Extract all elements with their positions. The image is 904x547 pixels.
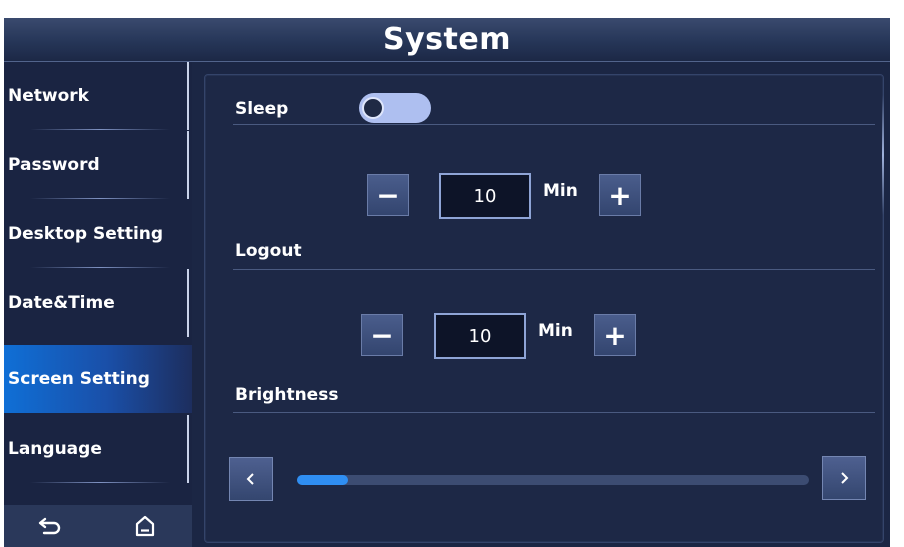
chevron-right-icon [841,472,849,484]
brightness-label: Brightness [235,385,339,405]
home-icon [135,515,155,537]
sleep-increment-button[interactable]: + [599,174,641,216]
chevron-left-icon [246,473,254,485]
sleep-toggle[interactable] [359,93,431,123]
toggle-knob [362,97,384,119]
divider [30,129,170,130]
divider [30,482,170,483]
sleep-minutes-value: 10 [473,185,497,207]
plus-icon: + [603,318,627,352]
logout-increment-button[interactable]: + [594,314,636,356]
brightness-increase-button[interactable] [822,456,866,500]
page-title: System [383,22,511,57]
brightness-slider-fill [297,475,349,485]
sleep-minutes-field[interactable]: 10 [439,173,531,219]
back-icon [38,517,61,535]
back-button[interactable] [31,509,71,543]
sidebar-item-label: Network [8,86,89,106]
sidebar: Network Password Desktop Setting Date&Ti… [4,62,192,547]
sidebar-item-screen-setting[interactable]: Screen Setting [4,345,192,413]
sidebar-item-network[interactable]: Network [4,62,189,130]
logout-label: Logout [235,241,302,261]
logout-unit: Min [538,321,573,341]
sidebar-item-desktop-setting[interactable]: Desktop Setting [4,200,189,268]
sidebar-item-label: Language [8,439,102,459]
minus-icon: − [370,318,394,352]
logout-minutes-field[interactable]: 10 [434,313,526,359]
logout-minutes-value: 10 [468,325,492,347]
system-screen: System Network Password Desktop Setting … [4,18,890,547]
plus-icon: + [608,178,632,212]
sidebar-item-label: Desktop Setting [8,224,164,244]
sidebar-item-date-time[interactable]: Date&Time [4,269,189,337]
sidebar-item-label: Screen Setting [8,369,150,389]
sleep-unit: Min [543,181,578,201]
divider [233,269,875,270]
sidebar-item-language[interactable]: Language [4,415,189,483]
sidebar-bottom-bar [4,505,192,547]
sidebar-item-label: Date&Time [8,293,115,313]
title-bar: System [4,18,890,62]
home-button[interactable] [125,509,165,543]
sidebar-item-password[interactable]: Password [4,131,189,199]
sleep-label: Sleep [235,99,289,119]
sleep-decrement-button[interactable]: − [367,174,409,216]
divider [30,267,170,268]
divider [233,124,875,125]
divider [233,412,875,413]
screen-setting-panel: Sleep − 10 Min + Logout − 10 Min + Brigh… [204,74,884,543]
brightness-decrease-button[interactable] [229,457,273,501]
sidebar-item-label: Password [8,155,100,175]
brightness-slider[interactable] [297,475,809,485]
minus-icon: − [376,178,400,212]
divider [30,198,170,199]
logout-decrement-button[interactable]: − [361,314,403,356]
